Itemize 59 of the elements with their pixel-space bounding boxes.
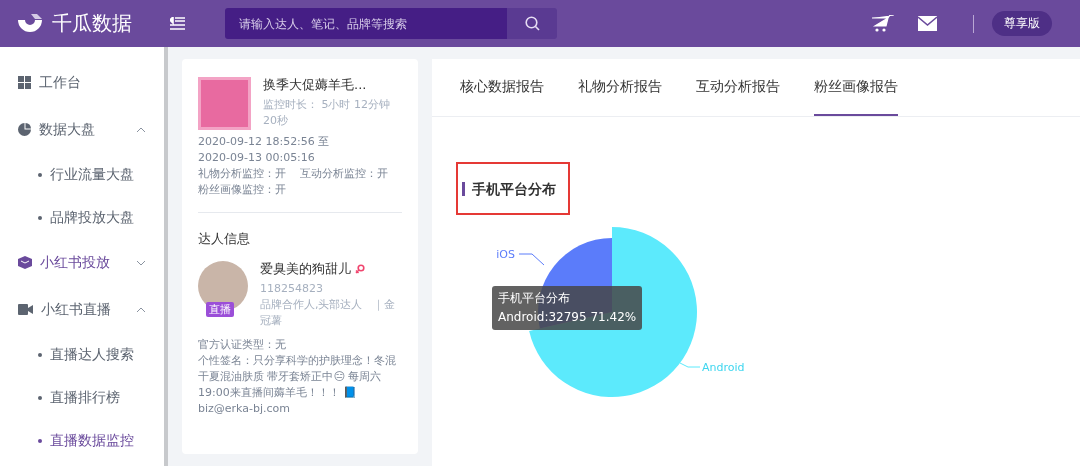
bullet-icon	[38, 352, 42, 357]
section-heading: 达人信息	[198, 231, 251, 247]
report-tab[interactable]: 礼物分析报告	[578, 59, 662, 116]
sidebar-subitem-label: 直播达人搜索	[50, 345, 134, 364]
monitor-status: 粉丝画像监控：开	[198, 182, 286, 198]
sidebar-subitem[interactable]: 直播达人搜索	[0, 333, 164, 376]
bullet-icon	[38, 438, 42, 443]
influencer-id: 118254823	[260, 281, 324, 297]
tooltip-value: Android:32795 71.42%	[498, 309, 637, 326]
search-icon	[524, 16, 540, 31]
sidebar-item[interactable]: 数据大盘	[0, 106, 164, 153]
search-field[interactable]: 请输入达人、笔记、品牌等搜索	[225, 8, 507, 39]
cube-icon	[18, 256, 32, 269]
sidebar-subitem[interactable]: 行业流量大盘	[0, 153, 164, 196]
live-badge: 直播	[206, 302, 234, 317]
search-button[interactable]	[507, 8, 557, 39]
brand-name: 千瓜数据	[52, 10, 132, 37]
bullet-icon	[38, 172, 42, 177]
plan-button[interactable]: 尊享版	[992, 11, 1052, 36]
report-tab[interactable]: 粉丝画像报告	[814, 59, 898, 116]
sidebar-subitem[interactable]: 品牌投放大盘	[0, 196, 164, 239]
report-tab[interactable]: 核心数据报告	[460, 59, 544, 116]
sidebar-subitem[interactable]: 直播数据监控	[0, 419, 164, 462]
sidebar-subitem-label: 行业流量大盘	[50, 165, 134, 184]
duration-text: 监控时长： 5小时 12分钟20秒	[263, 97, 391, 129]
leader-line	[518, 253, 545, 266]
influencer-name-text: 爱臭美的狗甜儿	[260, 261, 351, 277]
logo-icon	[16, 13, 44, 34]
sidebar-item[interactable]: 工作台	[0, 59, 164, 106]
pie-chart-icon	[18, 123, 31, 136]
influencer-tags: 品牌合作人,头部达人 ｜金冠薯	[260, 297, 402, 329]
photo-placeholder	[198, 77, 251, 130]
video-camera-icon	[18, 304, 33, 315]
leader-line	[679, 362, 701, 368]
tooltip-title: 手机平台分布	[498, 290, 571, 307]
bio-text: 个性签名：只分享科学的护肤理念！冬混干夏混油肤质 带牙套矫正中😑 每周六19:00来直播间薅羊毛！！！ 📘 biz@erka-bj.com	[198, 353, 397, 417]
monitor-status: 互动分析监控：开	[300, 166, 388, 182]
grid-icon	[18, 76, 31, 89]
sidebar-subitem-label: 直播排行榜	[50, 388, 120, 407]
certification-text: 官方认证类型：无	[198, 337, 287, 353]
sidebar-subitem-label: 直播数据监控	[50, 431, 134, 450]
section-title: 手机平台分布	[462, 181, 556, 196]
sidebar-subitem[interactable]: 直播排行榜	[0, 376, 164, 419]
bullet-icon	[38, 395, 42, 400]
female-icon	[355, 264, 365, 274]
cart-icon[interactable]	[872, 15, 894, 32]
sidebar-subitem-label: 品牌投放大盘	[50, 208, 134, 227]
live-title: 换季大促薅羊毛...	[263, 77, 368, 93]
report-tab[interactable]: 互动分析报告	[696, 59, 780, 116]
sidebar-item[interactable]: 小红书投放	[0, 239, 164, 286]
monitor-status: 礼物分析监控：开	[198, 166, 286, 182]
pie-label: iOS	[496, 248, 515, 261]
pie-label: Android	[702, 361, 745, 374]
sidebar-item[interactable]: 小红书直播	[0, 286, 164, 333]
time-text: 2020-09-12 18:52:56 至	[198, 134, 331, 150]
mail-icon[interactable]	[918, 16, 937, 31]
bullet-icon	[38, 215, 42, 220]
time-text: 2020-09-13 00:05:16	[198, 150, 316, 166]
menu-collapse-icon[interactable]	[170, 17, 185, 30]
